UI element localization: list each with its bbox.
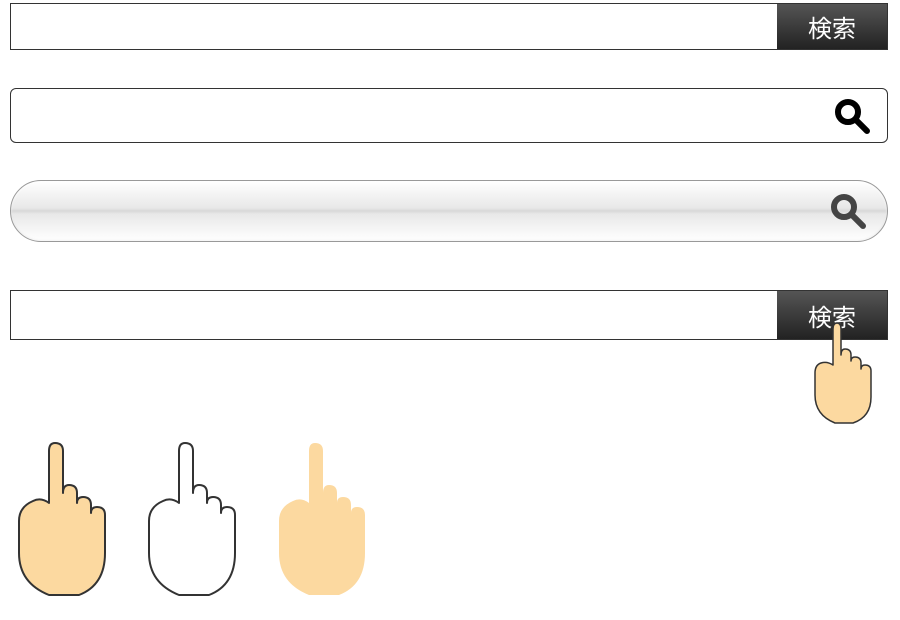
pointing-hand-icon [265,435,380,605]
magnifier-icon [829,192,867,230]
pointing-hand-icon [135,435,250,605]
search-icon-button-2[interactable] [833,97,871,135]
pointing-hand-icon [5,435,120,605]
magnifier-icon [833,97,871,135]
search-button-1[interactable]: 検索 [777,4,887,49]
search-icon-button-3[interactable] [829,192,867,230]
hand-icons-row [5,435,380,605]
search-bar-4: 検索 [10,290,888,340]
search-bar-1: 検索 [10,3,888,50]
search-input-3[interactable] [31,202,829,220]
search-input-4[interactable] [11,291,777,339]
search-input-2[interactable] [27,107,833,125]
search-button-4[interactable]: 検索 [777,291,887,339]
search-bar-2 [10,88,888,143]
search-input-1[interactable] [11,4,777,49]
search-bar-3 [10,180,888,242]
